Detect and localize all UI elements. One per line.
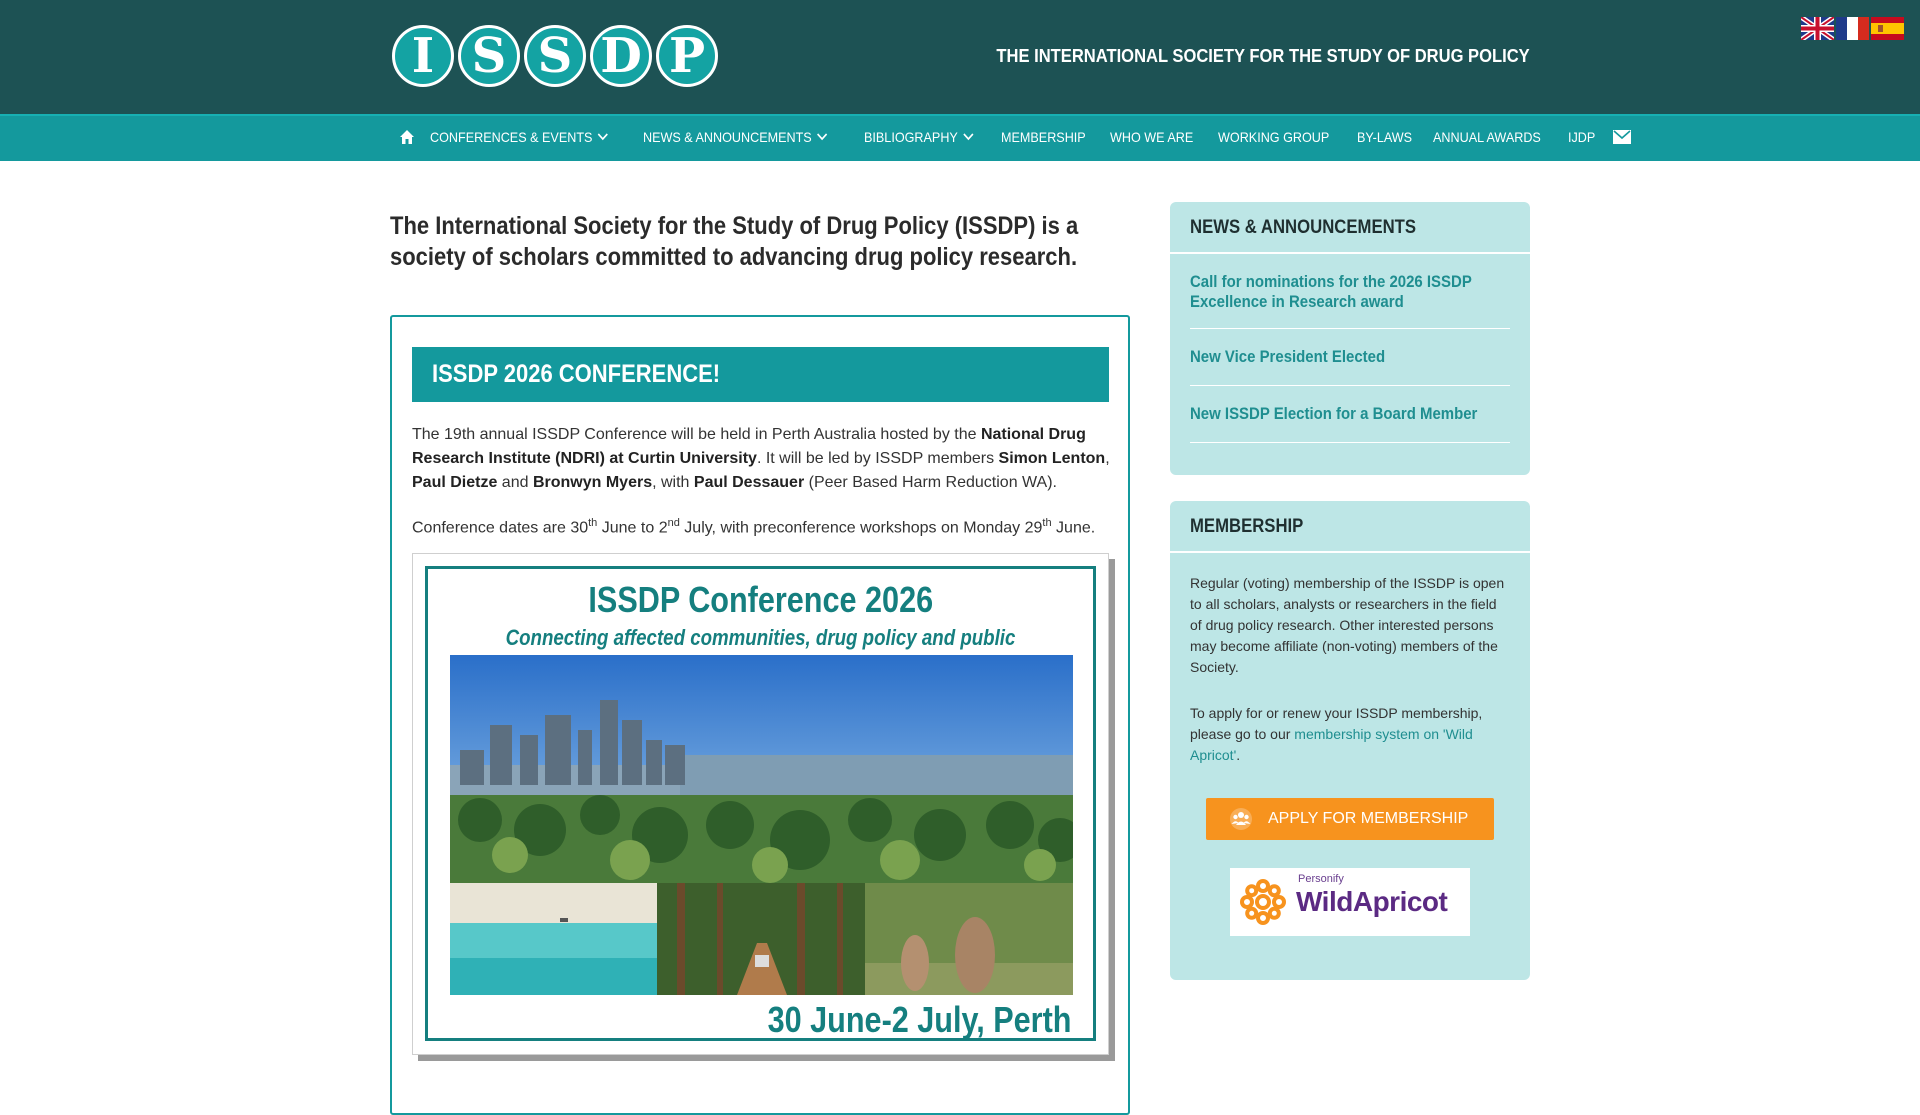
- french-flag-icon[interactable]: [1836, 17, 1869, 40]
- main-nav: CONFERENCES & EVENTS NEWS & ANNOUNCEMENT…: [0, 114, 1920, 161]
- membership-heading: MEMBERSHIP: [1170, 501, 1530, 553]
- news-link-text: New ISSDP Election for a Board Member: [1190, 404, 1478, 423]
- wild-apricot-wordmark: Personify WildApricot: [1296, 873, 1448, 918]
- conference-poster[interactable]: ISSDP Conference 2026 Connecting affecte…: [412, 553, 1109, 1055]
- nav-working-group[interactable]: WORKING GROUP: [1218, 129, 1329, 145]
- text: June to 2: [597, 519, 668, 537]
- text: July, with preconference workshops on Mo…: [679, 519, 1043, 537]
- news-link[interactable]: New Vice President Elected: [1190, 329, 1510, 386]
- organizer-name: Paul Dessauer: [693, 474, 805, 491]
- news-link-text: New Vice President Elected: [1190, 347, 1386, 366]
- conference-dates: Conference dates are 30th June to 2nd Ju…: [412, 511, 1112, 540]
- news-link[interactable]: New ISSDP Election for a Board Member: [1190, 386, 1510, 443]
- chevron-down-icon: [963, 133, 974, 141]
- text: The 19th annual ISSDP Conference will be…: [412, 426, 981, 443]
- membership-apply-paragraph: To apply for or renew your ISSDP members…: [1190, 703, 1510, 766]
- text: (Peer Based Harm Reduction WA).: [804, 474, 1057, 491]
- text: . It will be led by ISSDP members: [756, 450, 999, 467]
- nav-label: BIBLIOGRAPHY: [863, 129, 958, 145]
- chevron-down-icon: [598, 133, 609, 141]
- conference-card: ISSDP 2026 CONFERENCE! The 19th annual I…: [390, 315, 1130, 1115]
- nav-conferences-events[interactable]: CONFERENCES & EVENTS: [430, 129, 609, 145]
- logo-letter: S: [458, 25, 520, 87]
- nav-ijdp[interactable]: IJDP: [1568, 129, 1595, 145]
- logo-letter: S: [524, 25, 586, 87]
- site-tagline: THE INTERNATIONAL SOCIETY FOR THE STUDY …: [996, 46, 1530, 66]
- language-switcher: [1801, 17, 1904, 40]
- nav-membership[interactable]: MEMBERSHIP: [1001, 129, 1086, 145]
- poster-title-text: ISSDP Conference 2026: [588, 579, 933, 620]
- poster-date-text: 30 June-2 July, Perth: [767, 999, 1071, 1040]
- nav-label: NEWS & ANNOUNCEMENTS: [643, 129, 813, 145]
- logo-letter: D: [590, 25, 652, 87]
- home-icon[interactable]: [398, 128, 416, 146]
- conference-banner-title: ISSDP 2026 CONFERENCE!: [432, 360, 721, 388]
- organizer-name: Simon Lenton: [998, 450, 1106, 467]
- issdp-logo[interactable]: I S S D P: [392, 25, 718, 87]
- nav-by-laws[interactable]: BY-LAWS: [1357, 129, 1412, 145]
- ordinal-suffix: nd: [667, 517, 680, 529]
- apply-membership-button[interactable]: APPLY FOR MEMBERSHIP: [1206, 798, 1494, 840]
- poster-date: 30 June-2 July, Perth: [714, 999, 1071, 1041]
- spanish-flag-icon[interactable]: [1871, 17, 1904, 40]
- poster-border: ISSDP Conference 2026 Connecting affecte…: [425, 566, 1096, 1041]
- text: , with: [652, 474, 694, 491]
- news-widget: NEWS & ANNOUNCEMENTS Call for nomination…: [1170, 202, 1530, 475]
- nav-news-announcements[interactable]: NEWS & ANNOUNCEMENTS: [643, 129, 829, 145]
- news-heading: NEWS & ANNOUNCEMENTS: [1170, 202, 1530, 254]
- logo-letter: I: [392, 25, 454, 87]
- nav-annual-awards[interactable]: ANNUAL AWARDS: [1433, 129, 1541, 145]
- nav-who-we-are[interactable]: WHO WE ARE: [1110, 129, 1193, 145]
- text: Conference dates are 30: [412, 519, 589, 537]
- membership-heading-text: MEMBERSHIP: [1190, 516, 1304, 537]
- forest-road-photo: [657, 883, 865, 995]
- membership-paragraph: Regular (voting) membership of the ISSDP…: [1190, 575, 1505, 675]
- news-link[interactable]: Call for nominations for the 2026 ISSDP …: [1190, 254, 1510, 329]
- news-heading-text: NEWS & ANNOUNCEMENTS: [1190, 217, 1417, 238]
- nav-bibliography[interactable]: BIBLIOGRAPHY: [864, 129, 974, 145]
- perth-skyline-photo: [450, 655, 1073, 883]
- news-link-text: Call for nominations for the 2026 ISSDP …: [1190, 272, 1472, 311]
- conference-description: The 19th annual ISSDP Conference will be…: [412, 423, 1112, 495]
- poster-title: ISSDP Conference 2026: [428, 579, 1093, 621]
- text: June.: [1051, 519, 1096, 537]
- text: .: [1236, 747, 1241, 763]
- ordinal-suffix: th: [1042, 517, 1052, 529]
- ordinal-suffix: th: [588, 517, 598, 529]
- english-flag-icon[interactable]: [1801, 17, 1834, 40]
- nav-label: CONFERENCES & EVENTS: [430, 129, 593, 145]
- membership-widget: MEMBERSHIP Regular (voting) membership o…: [1170, 501, 1530, 980]
- mail-icon[interactable]: [1612, 130, 1631, 144]
- news-list: Call for nominations for the 2026 ISSDP …: [1170, 254, 1530, 443]
- text: and: [497, 474, 533, 491]
- intro-heading: The International Society for the Study …: [390, 212, 1079, 271]
- personify-text: Personify: [1298, 873, 1344, 885]
- site-header: I S S D P THE INTERNATIONAL SOCIETY FOR …: [0, 0, 1920, 114]
- apricot-flower-icon: [1240, 879, 1286, 925]
- logo-letter: P: [656, 25, 718, 87]
- users-icon: [1230, 808, 1252, 830]
- wild-apricot-logo[interactable]: Personify WildApricot: [1230, 868, 1470, 936]
- kangaroo-photo: [865, 883, 1073, 995]
- organizer-name: Bronwyn Myers: [532, 474, 653, 491]
- text: ,: [1105, 450, 1110, 467]
- apply-membership-label: APPLY FOR MEMBERSHIP: [1268, 810, 1469, 827]
- conference-banner: ISSDP 2026 CONFERENCE!: [412, 347, 1109, 402]
- poster-photo-row: [450, 883, 1073, 995]
- wildapricot-text: WildApricot: [1296, 886, 1448, 917]
- beach-photo: [450, 883, 657, 995]
- organizer-name: Paul Dietze: [412, 474, 498, 491]
- chevron-down-icon: [817, 133, 829, 141]
- membership-description: Regular (voting) membership of the ISSDP…: [1170, 553, 1530, 766]
